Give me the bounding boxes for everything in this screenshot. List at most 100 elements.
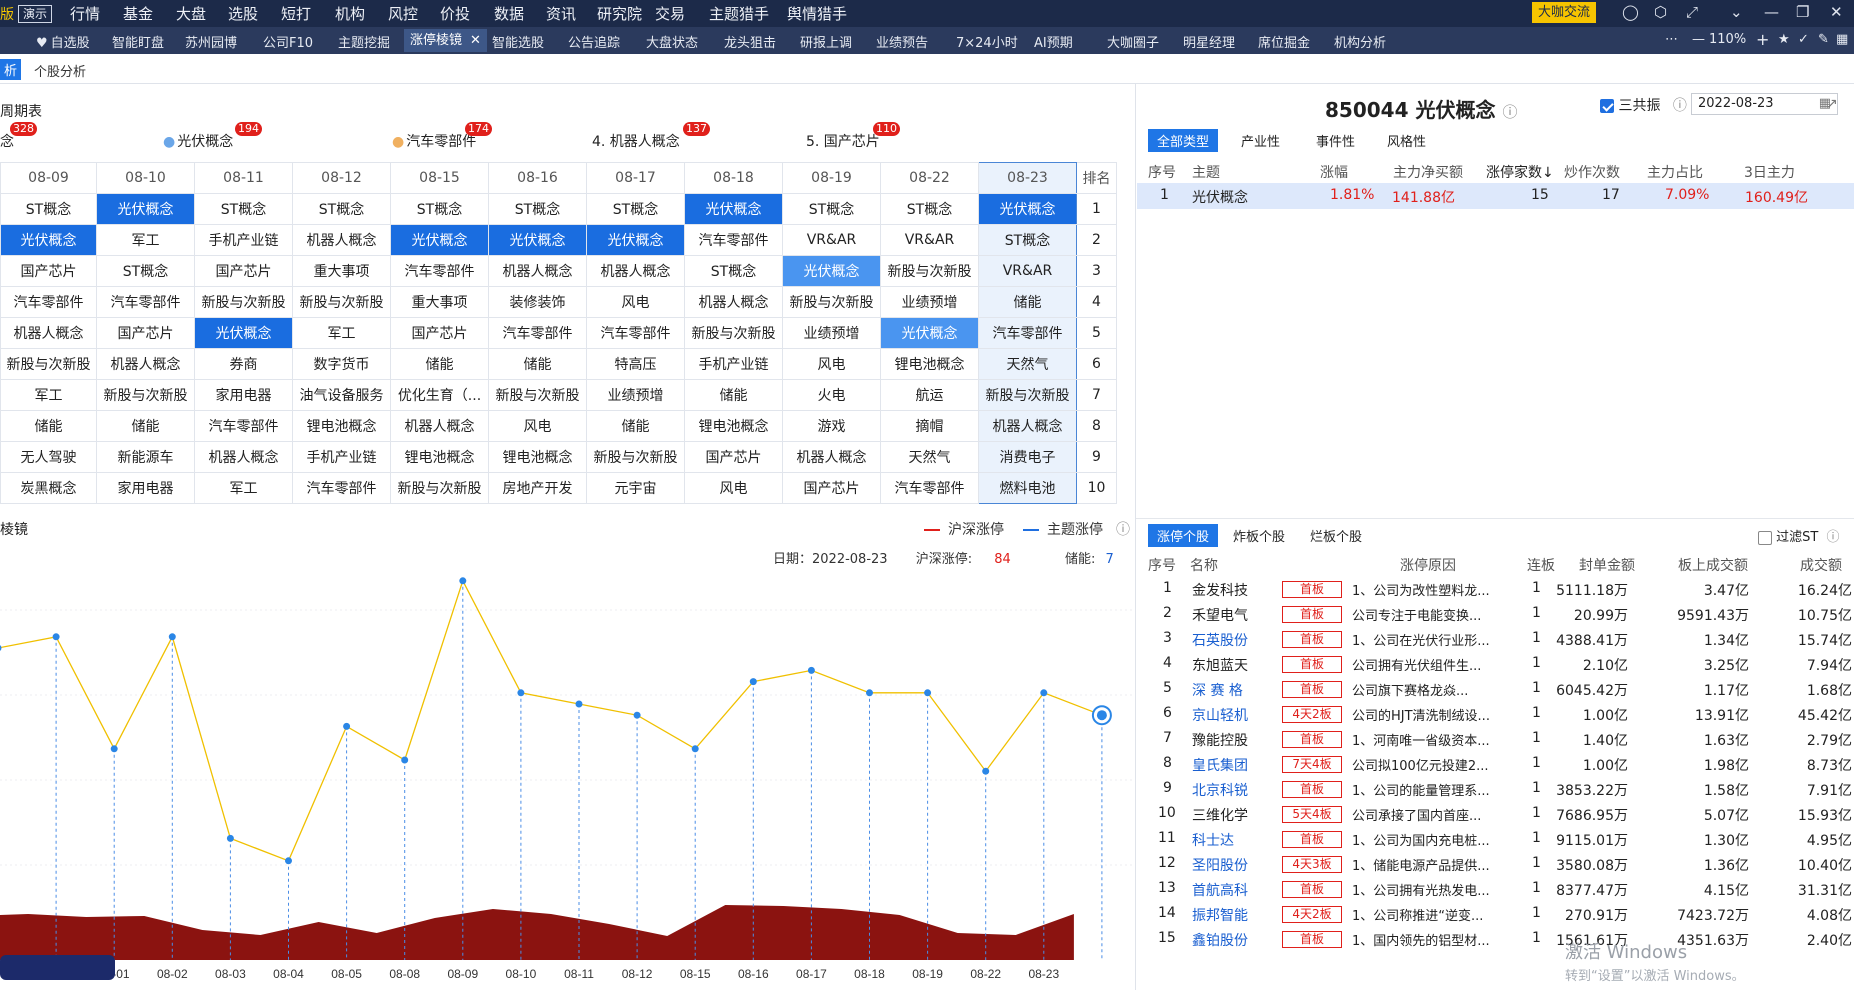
help-icon[interactable]: ⓘ — [1116, 519, 1130, 539]
menu-item[interactable]: 研究院 — [597, 3, 642, 24]
limit-reason[interactable]: 1、公司拥有光热发电... — [1352, 880, 1510, 899]
info-icon[interactable]: ⓘ — [1502, 103, 1517, 121]
cycle-cell[interactable]: ST概念 — [880, 193, 979, 225]
menu-item[interactable]: 数据 — [494, 3, 524, 24]
tab-item[interactable]: 研报上调 — [800, 32, 852, 51]
shrink-icon[interactable]: ⤢ — [1686, 3, 1698, 21]
stock-name[interactable]: 豫能控股 — [1192, 730, 1248, 750]
cycle-cell[interactable]: 机器人概念 — [684, 286, 783, 318]
stock-tab[interactable]: 涨停个股 — [1148, 524, 1219, 547]
tab-item[interactable]: 明星经理 — [1183, 32, 1235, 51]
tab-item[interactable]: 龙头狙击 — [724, 32, 776, 51]
stock-column-header[interactable]: 连板 — [1527, 555, 1555, 575]
cycle-cell[interactable]: 机器人概念 — [194, 441, 293, 473]
topic-column-header[interactable]: 涨停家数↓ — [1486, 162, 1554, 182]
limit-reason[interactable]: 1、储能电源产品提供... — [1352, 855, 1510, 874]
cycle-cell[interactable]: 特高压 — [586, 348, 685, 380]
stock-row[interactable]: 14 振邦智能 4天2板 1、公司称推进“逆变... 1 270.91万 7423.72万 4… — [1137, 903, 1854, 929]
cycle-cell[interactable]: 天然气 — [978, 348, 1077, 380]
cycle-cell[interactable]: 家用电器 — [194, 379, 293, 411]
tab-item[interactable]: 公司F10 — [263, 32, 313, 51]
settings-icon[interactable]: ⬡ — [1654, 3, 1667, 21]
cycle-cell[interactable]: 国产芯片 — [96, 317, 195, 349]
date-column-header[interactable]: 08-12 — [292, 162, 391, 194]
cycle-cell[interactable]: 光伏概念 — [0, 224, 97, 256]
cycle-cell[interactable]: 汽车零部件 — [684, 224, 783, 256]
tab-item[interactable]: 大咖圈子 — [1107, 32, 1159, 51]
cycle-cell[interactable]: 风电 — [684, 472, 783, 504]
cycle-cell[interactable]: VR&AR — [782, 224, 881, 256]
limit-reason[interactable]: 公司拥有光伏组件生... — [1352, 655, 1510, 674]
star-icon[interactable]: ★ — [1778, 32, 1790, 47]
topic-column-header[interactable]: 主力净买额 — [1393, 162, 1463, 182]
tab-item[interactable]: 公告追踪 — [568, 32, 620, 51]
stock-name[interactable]: 金发科技 — [1192, 580, 1248, 600]
cycle-cell[interactable]: VR&AR — [978, 255, 1077, 287]
stock-column-header[interactable]: 成交额 — [1800, 555, 1842, 575]
cycle-cell[interactable]: 重大事项 — [390, 286, 489, 318]
cycle-cell[interactable]: 风电 — [488, 410, 587, 442]
tab-item[interactable]: 苏州园博 — [185, 32, 237, 51]
pin-icon[interactable]: ✓ — [1798, 32, 1809, 47]
cycle-cell[interactable]: 锂电池概念 — [292, 410, 391, 442]
cycle-cell[interactable]: 手机产业链 — [194, 224, 293, 256]
tab-item[interactable]: 智能选股 — [492, 32, 544, 51]
cycle-cell[interactable]: 国产芯片 — [194, 255, 293, 287]
cycle-cell[interactable]: 汽车零部件 — [0, 286, 97, 318]
tab-item[interactable]: 业绩预告 — [876, 32, 928, 51]
limit-reason[interactable]: 公司承接了国内首座... — [1352, 805, 1510, 824]
stock-column-header[interactable]: 板上成交额 — [1678, 555, 1748, 575]
date-column-header[interactable]: 08-17 — [586, 162, 685, 194]
cycle-cell[interactable]: 汽车零部件 — [978, 317, 1077, 349]
type-tab[interactable]: 风格性 — [1378, 129, 1435, 152]
stock-name[interactable]: 圣阳股份 — [1192, 855, 1248, 875]
cycle-cell[interactable]: 新能源车 — [96, 441, 195, 473]
hot-topic[interactable]: 5. 国产芯片 110 — [806, 122, 900, 151]
cycle-cell[interactable]: ST概念 — [488, 193, 587, 225]
cycle-cell[interactable]: 家用电器 — [96, 472, 195, 504]
cycle-cell[interactable]: 光伏概念 — [390, 224, 489, 256]
date-column-header[interactable]: 08-15 — [390, 162, 489, 194]
cycle-cell[interactable]: 房地产开发 — [488, 472, 587, 504]
cycle-cell[interactable]: ST概念 — [684, 255, 783, 287]
menu-item[interactable]: 交易 — [655, 3, 685, 24]
minimize-icon[interactable]: — — [1764, 3, 1779, 21]
tab-item[interactable]: AI预期 — [1034, 32, 1073, 51]
hot-topic[interactable]: ● 汽车零部件 174 — [392, 122, 492, 151]
chevron-down-icon[interactable]: ⌄ — [1730, 3, 1743, 21]
cycle-cell[interactable]: 锂电池概念 — [880, 348, 979, 380]
cycle-cell[interactable]: 汽车零部件 — [488, 317, 587, 349]
cycle-cell[interactable]: 国产芯片 — [684, 441, 783, 473]
cycle-cell[interactable]: 光伏概念 — [488, 224, 587, 256]
cycle-cell[interactable]: 业绩预增 — [586, 379, 685, 411]
stock-name[interactable]: 科士达 — [1192, 830, 1234, 850]
cycle-cell[interactable]: 机器人概念 — [0, 317, 97, 349]
cycle-cell[interactable]: 储能 — [488, 348, 587, 380]
cycle-cell[interactable]: 汽车零部件 — [292, 472, 391, 504]
cycle-cell[interactable]: 摘帽 — [880, 410, 979, 442]
cycle-cell[interactable]: 油气设备服务 — [292, 379, 391, 411]
cycle-cell[interactable]: 新股与次新股 — [96, 379, 195, 411]
cycle-cell[interactable]: 机器人概念 — [292, 224, 391, 256]
stock-row[interactable]: 12 圣阳股份 4天3板 1、储能电源产品提供... 1 3580.08万 1.36亿 10.… — [1137, 853, 1854, 879]
stock-name[interactable]: 京山轻机 — [1192, 705, 1248, 725]
topic-column-header[interactable]: 主题 — [1192, 162, 1220, 182]
limit-reason[interactable]: 公司拟100亿元投建2... — [1352, 755, 1510, 774]
stock-row[interactable]: 15 鑫铂股份 首板 1、国内领先的铝型材... 1 1561.61万 4351.63万 2.… — [1137, 928, 1854, 954]
cycle-cell[interactable]: 光伏概念 — [782, 255, 881, 287]
cycle-cell[interactable]: ST概念 — [978, 224, 1077, 256]
user-icon[interactable]: ◯ — [1622, 3, 1639, 21]
type-tab[interactable]: 全部类型 — [1148, 129, 1219, 152]
cycle-cell[interactable]: 军工 — [292, 317, 391, 349]
cycle-cell[interactable]: 燃料电池 — [978, 472, 1077, 504]
cycle-cell[interactable]: 天然气 — [880, 441, 979, 473]
cycle-cell[interactable]: 无人驾驶 — [0, 441, 97, 473]
stock-tab[interactable]: 炸板个股 — [1224, 524, 1294, 547]
cycle-cell[interactable]: 新股与次新股 — [880, 255, 979, 287]
cycle-cell[interactable]: 储能 — [978, 286, 1077, 318]
tab-item[interactable]: 主题挖掘 — [338, 32, 390, 51]
cycle-cell[interactable]: 储能 — [684, 379, 783, 411]
sangongzhen-checkbox[interactable] — [1600, 99, 1614, 113]
cycle-cell[interactable]: 军工 — [194, 472, 293, 504]
cycle-cell[interactable]: 新股与次新股 — [292, 286, 391, 318]
